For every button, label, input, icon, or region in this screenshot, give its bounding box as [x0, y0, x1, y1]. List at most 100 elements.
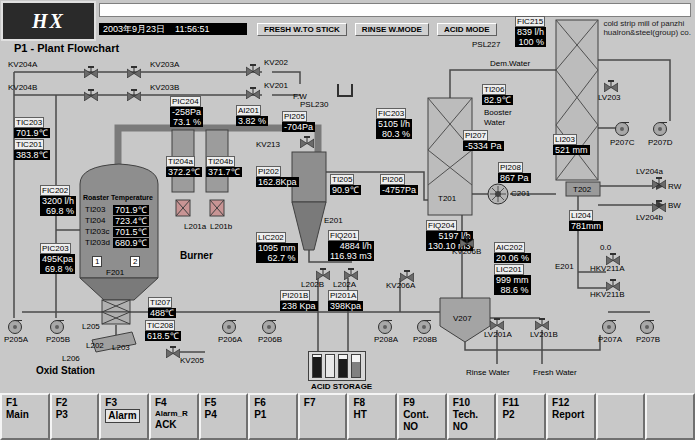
- function-key[interactable]: F12Report: [546, 393, 596, 440]
- pump-icon[interactable]: [652, 121, 668, 137]
- valve-icon[interactable]: [127, 89, 141, 101]
- value-box: 3200 l/h69.8 %: [40, 196, 76, 216]
- function-key[interactable]: [645, 393, 695, 440]
- valve-icon[interactable]: [535, 318, 549, 330]
- valve-icon[interactable]: [127, 66, 141, 78]
- acid-storage-label: ACID STORAGE: [311, 382, 372, 392]
- function-key[interactable]: [596, 393, 646, 440]
- equipment-label: L202: [86, 341, 104, 350]
- pump-icon[interactable]: [49, 319, 65, 335]
- value: 723.4℃: [113, 216, 149, 226]
- value-box: 398Kpa: [328, 301, 363, 311]
- valve-icon[interactable]: [652, 177, 666, 189]
- value-box: -5334 Pa: [463, 141, 504, 151]
- key-label: P1: [254, 409, 266, 421]
- reading: PI201B238 Kpa: [280, 290, 318, 311]
- valve-icon[interactable]: [246, 64, 260, 76]
- tag-label: TI205: [330, 174, 354, 185]
- function-key[interactable]: F1Main: [0, 393, 50, 440]
- valve-icon[interactable]: [300, 136, 314, 148]
- key-label: Alarm: [105, 409, 139, 423]
- equipment-label: T201: [438, 194, 456, 203]
- function-key[interactable]: F9Cont.NO: [397, 393, 447, 440]
- equipment-label: Dem.Water: [490, 59, 530, 68]
- tag-label: FIC202: [40, 185, 70, 196]
- valve-icon[interactable]: [652, 200, 666, 212]
- compressor-icon[interactable]: [487, 183, 509, 205]
- value-box: -704Pa: [282, 122, 315, 132]
- pump-icon[interactable]: [614, 121, 630, 137]
- roaster-row: TI204723.4℃: [85, 216, 149, 226]
- function-key[interactable]: F3Alarm: [99, 393, 149, 440]
- key-text: Main: [6, 409, 29, 421]
- reading: PI208867 Pa: [498, 162, 531, 183]
- reading: AI2013.82 %: [236, 105, 268, 126]
- roaster-title: Roaster Temperature: [83, 194, 153, 202]
- equipment-label: C201: [511, 189, 530, 198]
- title-text: P1 - Plant Flowchart: [14, 42, 119, 54]
- tag-label: TI204b: [206, 156, 235, 167]
- value: 116.93 m3: [328, 251, 374, 261]
- tag-label: LIC201: [494, 264, 524, 275]
- function-key[interactable]: F6P1: [248, 393, 298, 440]
- mode-button[interactable]: FRESH W.TO STICK: [257, 23, 347, 36]
- value-box: 372.2℃: [166, 167, 202, 177]
- value: 383.8℃: [14, 150, 50, 160]
- valve-icon[interactable]: [400, 270, 414, 282]
- key-label: HT: [353, 409, 366, 421]
- valve-icon[interactable]: [344, 268, 358, 280]
- equipment-label: LV204b: [636, 213, 663, 222]
- valve-icon[interactable]: [166, 346, 180, 358]
- valve-icon[interactable]: [84, 89, 98, 101]
- valve-icon[interactable]: [460, 236, 474, 248]
- value-box: 521 mm: [553, 145, 590, 155]
- value: 3.82 %: [236, 116, 268, 126]
- tag-label: PI201A: [328, 290, 358, 301]
- value: 88.6 %: [494, 285, 531, 295]
- key-label: P4: [205, 409, 217, 421]
- roaster-row: TI203c701.5℃: [85, 227, 149, 237]
- pump-icon[interactable]: [261, 319, 277, 335]
- key-code: F10: [453, 397, 470, 409]
- function-key[interactable]: F4Alarm_RACK: [149, 393, 199, 440]
- valve-icon[interactable]: [490, 318, 504, 330]
- key-text: P1: [254, 409, 266, 421]
- function-key[interactable]: F7: [298, 393, 348, 440]
- mode-button[interactable]: RINSE W.MODE: [355, 23, 429, 36]
- pump-icon[interactable]: [221, 319, 237, 335]
- valve-icon[interactable]: [606, 253, 620, 265]
- valve-icon[interactable]: [604, 80, 618, 92]
- value: 69.8 %: [40, 264, 75, 274]
- equipment-label: HKV211A: [590, 264, 625, 273]
- valve-icon[interactable]: [606, 279, 620, 291]
- value: 162.8Kpa: [256, 177, 299, 187]
- mode-button[interactable]: ACID MODE: [437, 23, 497, 36]
- equipment-label: KV201: [264, 81, 288, 90]
- function-key[interactable]: F5P4: [199, 393, 249, 440]
- tag-label: PIC204: [170, 96, 201, 107]
- value: 398Kpa: [328, 301, 363, 311]
- pump-icon[interactable]: [416, 319, 432, 335]
- pump-icon[interactable]: [377, 319, 393, 335]
- tag-label: TI203: [85, 205, 111, 215]
- function-key[interactable]: F8HT: [347, 393, 397, 440]
- reading: TIC201383.8℃: [14, 139, 50, 160]
- equipment-label: PSL230: [300, 100, 328, 109]
- pump-icon[interactable]: [601, 319, 617, 335]
- key-text: P3: [56, 409, 68, 421]
- key-text: P4: [205, 409, 217, 421]
- value: 781mm: [569, 221, 603, 231]
- key-label: Tech.NO: [453, 409, 478, 433]
- tank-fill: [313, 357, 321, 377]
- pump-icon[interactable]: [7, 319, 23, 335]
- valve-icon[interactable]: [316, 268, 330, 280]
- equipment-label: 0.0: [600, 243, 611, 252]
- valve-icon[interactable]: [246, 87, 260, 99]
- function-key[interactable]: F2P3: [50, 393, 100, 440]
- reading: LI203521 mm: [553, 134, 590, 155]
- pump-icon[interactable]: [639, 319, 655, 335]
- key-text: Report: [552, 409, 584, 421]
- function-key[interactable]: F10Tech.NO: [447, 393, 497, 440]
- function-key[interactable]: F11P2: [496, 393, 546, 440]
- valve-icon[interactable]: [84, 66, 98, 78]
